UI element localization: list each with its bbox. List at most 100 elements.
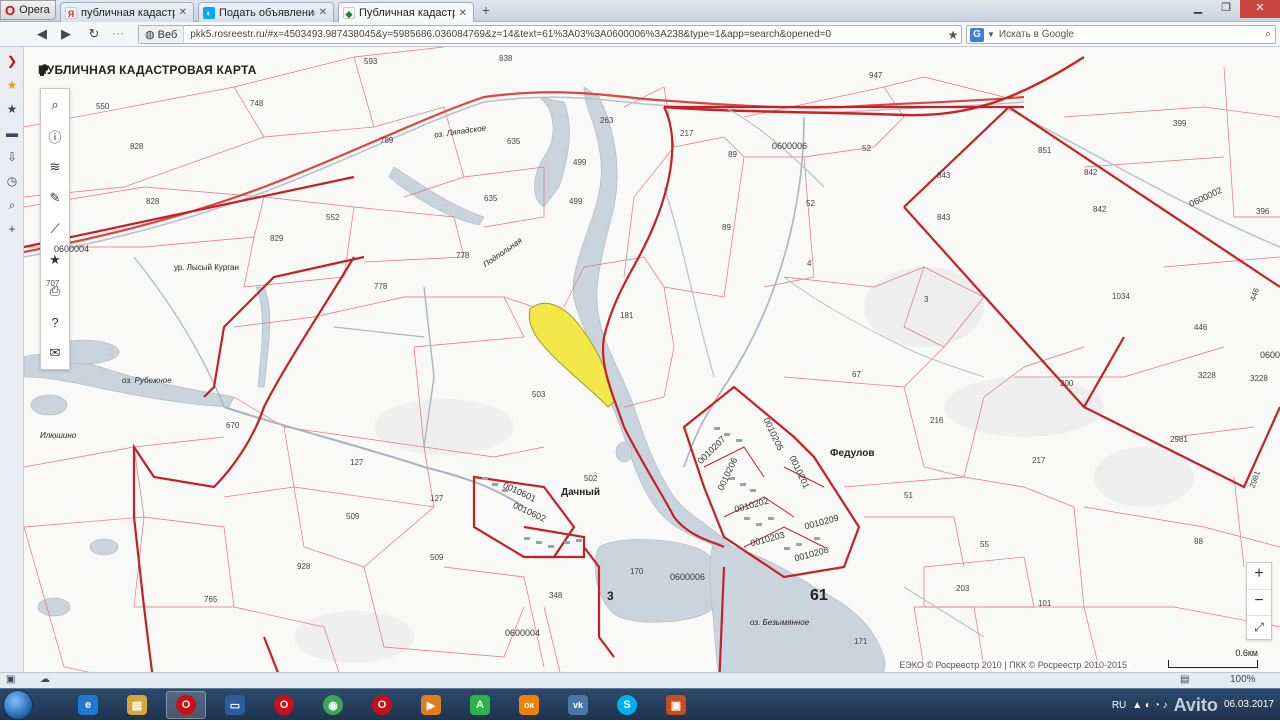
parcel-label[interactable]: 635: [507, 137, 520, 146]
parcel-label[interactable]: 550: [96, 102, 109, 111]
view-icon[interactable]: ▤: [1180, 674, 1189, 685]
parcel-label[interactable]: 499: [573, 158, 586, 167]
parcel-label[interactable]: 843: [937, 213, 950, 222]
parcel-label[interactable]: 3: [607, 589, 614, 603]
maximize-icon[interactable]: ❐: [1212, 0, 1240, 18]
forward-icon[interactable]: ▶: [58, 27, 74, 43]
panel-toggle-icon[interactable]: ▣: [6, 674, 15, 685]
parcel-label[interactable]: 88: [1194, 537, 1203, 546]
info-button[interactable]: ⓘ: [41, 122, 69, 150]
downloads-icon[interactable]: ⇩: [4, 149, 20, 165]
parcel-label[interactable]: 843: [937, 171, 950, 180]
add-panel-icon[interactable]: +: [4, 221, 20, 237]
parcel-label[interactable]: 635: [484, 194, 497, 203]
taskbar-app-atlas[interactable]: A: [460, 691, 500, 719]
draw-button[interactable]: ✎: [41, 184, 69, 212]
district-label[interactable]: 0600004: [505, 628, 540, 638]
chevron-down-icon[interactable]: ▼: [987, 30, 995, 39]
parcel-label[interactable]: 842: [1093, 205, 1106, 214]
parcel-label[interactable]: 170: [630, 567, 643, 576]
parcel-label[interactable]: 2981: [1170, 435, 1188, 444]
search-icon[interactable]: ⌕: [1265, 28, 1271, 41]
region-number-label[interactable]: 61: [810, 587, 828, 605]
new-tab-button[interactable]: +: [478, 3, 494, 19]
start-button[interactable]: [3, 690, 33, 720]
parcel-label[interactable]: 499: [569, 197, 582, 206]
close-tab-icon[interactable]: ✕: [179, 7, 187, 18]
parcel-label[interactable]: 838: [499, 54, 512, 63]
taskbar-app-ie[interactable]: e: [68, 691, 108, 719]
parcel-label[interactable]: 509: [346, 512, 359, 521]
minimize-icon[interactable]: ▁: [1184, 0, 1212, 18]
bookmarks-icon[interactable]: ★: [4, 101, 20, 117]
map-canvas[interactable]: [24, 47, 1280, 688]
tab-yandex[interactable]: Я публичная кадастров... ✕: [60, 2, 194, 22]
parcel-label[interactable]: 181: [620, 311, 633, 320]
help-button[interactable]: ?: [41, 308, 69, 336]
url-input[interactable]: ◍ Веб pkk5.rosreestr.ru/#x=4503493.987438…: [138, 25, 962, 44]
close-tab-icon[interactable]: ✕: [319, 7, 327, 18]
measure-button[interactable]: ⟋: [41, 215, 69, 243]
parcel-label[interactable]: 670: [226, 421, 239, 430]
parcel-label[interactable]: 778: [374, 282, 387, 291]
district-label[interactable]: 0600: [1260, 350, 1280, 360]
parcel-label[interactable]: 748: [250, 99, 263, 108]
tab-cadastral[interactable]: ◆ Публичная кадастров... ✕: [338, 2, 474, 23]
parcel-label[interactable]: 171: [854, 637, 867, 646]
cadastral-map[interactable]: ПУБЛИЧНАЯ КАДАСТРОВАЯ КАРТА ⌕ ⓘ ≋ ✎ ⟋ ★ …: [24, 47, 1280, 688]
parcel-label[interactable]: 1034: [1112, 292, 1130, 301]
tray-icons[interactable]: ▲ ◐ ◔ ♪: [1132, 700, 1167, 711]
parcel-label[interactable]: 502: [584, 474, 597, 483]
parcel-label[interactable]: 778: [456, 251, 469, 260]
parcel-label[interactable]: 127: [350, 458, 363, 467]
parcel-label[interactable]: 396: [1256, 207, 1269, 216]
zoom-level[interactable]: 100%: [1230, 674, 1256, 685]
parcel-label[interactable]: 947: [869, 71, 882, 80]
opera-panel-icon[interactable]: ❯: [4, 53, 20, 69]
parcel-label[interactable]: 89: [722, 223, 731, 232]
parcel-label[interactable]: 851: [1038, 146, 1051, 155]
parcel-label[interactable]: 348: [549, 591, 562, 600]
parcel-label[interactable]: 52: [862, 144, 871, 153]
bookmark-star-icon[interactable]: ★: [945, 28, 961, 42]
district-label[interactable]: 0600006: [772, 141, 807, 151]
parcel-label[interactable]: 4: [807, 259, 811, 268]
zoom-out-button[interactable]: −: [1247, 589, 1271, 613]
parcel-label[interactable]: 828: [130, 142, 143, 151]
back-icon[interactable]: ◀: [34, 27, 50, 43]
taskbar-app-opera[interactable]: O: [166, 691, 206, 719]
speed-dial-icon[interactable]: ⋯: [110, 27, 126, 43]
taskbar-app-explorer[interactable]: ▤: [117, 691, 157, 719]
parcel-label[interactable]: 765: [204, 595, 217, 604]
parcel-label[interactable]: 399: [1173, 119, 1186, 128]
taskbar-app-chrome[interactable]: ◉: [313, 691, 353, 719]
taskbar-app-media[interactable]: ▶: [411, 691, 451, 719]
parcel-label[interactable]: 593: [364, 57, 377, 66]
parcel-label[interactable]: 842: [1084, 168, 1097, 177]
parcel-label[interactable]: 89: [728, 150, 737, 159]
search-panel-icon[interactable]: ⌕: [4, 197, 20, 213]
parcel-label[interactable]: 552: [326, 213, 339, 222]
cloud-icon[interactable]: ☁: [40, 674, 50, 685]
parcel-label[interactable]: 217: [680, 129, 693, 138]
parcel-label[interactable]: 127: [430, 494, 443, 503]
history-icon[interactable]: ◷: [4, 173, 20, 189]
parcel-label[interactable]: 707: [46, 279, 59, 288]
parcel-label[interactable]: 789: [380, 136, 393, 145]
parcel-label[interactable]: 446: [1194, 323, 1207, 332]
taskbar-app-skype[interactable]: S: [607, 691, 647, 719]
parcel-label[interactable]: 51: [904, 491, 913, 500]
reload-icon[interactable]: ↻: [86, 27, 102, 43]
parcel-label[interactable]: 263: [600, 116, 613, 125]
taskbar-app-opera-3[interactable]: O: [362, 691, 402, 719]
tab-avito[interactable]: ◐ Подать объявление —... ✕: [198, 2, 334, 22]
star-icon[interactable]: ★: [4, 77, 20, 93]
parcel-label[interactable]: 3228: [1250, 374, 1268, 383]
taskbar-app-monitor[interactable]: ▭: [215, 691, 255, 719]
zoom-in-button[interactable]: +: [1247, 563, 1271, 587]
parcel-label[interactable]: 101: [1038, 599, 1051, 608]
web-badge[interactable]: ◍ Веб: [139, 26, 185, 43]
parcel-label[interactable]: 216: [930, 416, 943, 425]
site-title[interactable]: ПУБЛИЧНАЯ КАДАСТРОВАЯ КАРТА: [38, 63, 257, 77]
parcel-label[interactable]: 55: [980, 540, 989, 549]
